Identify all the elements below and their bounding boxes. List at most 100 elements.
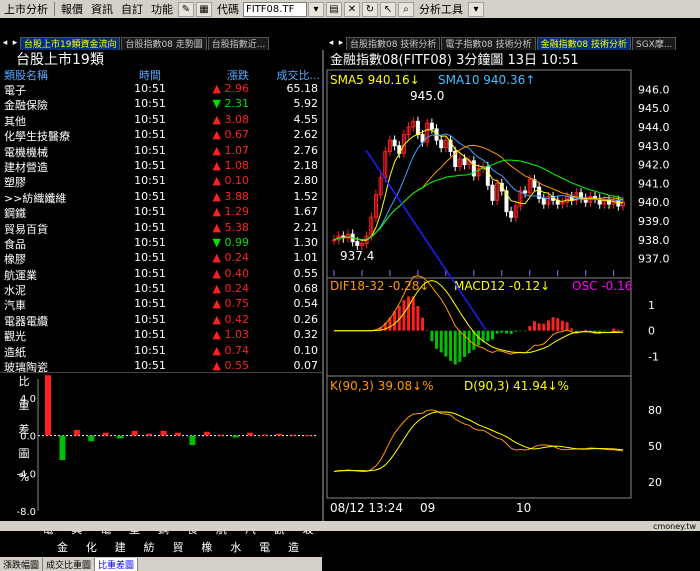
- x-tick-label: 電: [259, 541, 270, 554]
- change-up: ▲ 1.29: [212, 205, 249, 219]
- table-row[interactable]: 汽車 10:51 ▲ 0.75 0.54: [0, 297, 322, 312]
- bar: [88, 435, 95, 442]
- table-row[interactable]: 觀光 10:51 ▲ 1.03 0.32: [0, 328, 322, 343]
- analysis-tools-menu[interactable]: 分析工具: [415, 1, 467, 17]
- sector-name: 電機機械: [4, 145, 48, 159]
- tab-fin-tech[interactable]: 金融指數08 技術分析: [536, 36, 631, 50]
- table-row[interactable]: >>紡織纖維 10:51 ▲ 3.88 1.52: [0, 190, 322, 205]
- table-row[interactable]: 電子 10:51 ▲ 2.96 65.18: [0, 82, 322, 97]
- sector-name: 貿易百貨: [4, 222, 48, 236]
- grid-icon[interactable]: ▦: [196, 1, 212, 17]
- tab-fund-flow[interactable]: 台股上市19類資金流向: [20, 36, 121, 50]
- osc-bar: [500, 330, 504, 333]
- zoom-icon[interactable]: ⌕: [398, 1, 414, 17]
- kd-tick: 20: [648, 476, 662, 489]
- table-row[interactable]: 造紙 10:51 ▲ 0.74 0.10: [0, 344, 322, 359]
- menu-info[interactable]: 資訊: [87, 1, 117, 17]
- sector-name: 航運業: [4, 268, 37, 282]
- menu-quote[interactable]: 報價: [57, 1, 87, 17]
- tab-taiex-tech[interactable]: 台股指數08 技術分析: [346, 36, 441, 50]
- sector-name: 塑膠: [4, 176, 26, 190]
- dropdown-icon[interactable]: ▾: [468, 1, 484, 17]
- code-input[interactable]: FITF08.TF: [243, 1, 307, 17]
- tab-trend-chart[interactable]: 台股指數08 走勢圖: [121, 36, 207, 50]
- low-annotation: 937.4: [340, 249, 374, 263]
- osc-label: OSC -0.16: [572, 279, 632, 293]
- price-tick: 938.0: [638, 234, 670, 247]
- bar: [160, 430, 167, 436]
- tab-index-recent[interactable]: 台股指數近...: [207, 36, 270, 50]
- header-name[interactable]: 類股名稱: [0, 68, 125, 82]
- sector-name: 橡膠: [4, 253, 26, 267]
- sector-quote-panel: 台股上市19類 類股名稱 時間 漲跌 成交比... 電子 10:51 ▲ 2.96 6…: [0, 50, 324, 571]
- sector-name: 電器電纜: [4, 314, 48, 328]
- y-tick-label: 0.0: [20, 432, 36, 443]
- candle-body: [355, 241, 360, 246]
- technical-chart[interactable]: 金融指數08(FITF08) 3分鐘圖 13日 10:51 946.0 945.0 9…: [326, 50, 700, 521]
- dropdown-icon[interactable]: ▾: [308, 1, 324, 17]
- quote-time: 10:51: [134, 174, 166, 188]
- osc-bar: [579, 330, 583, 332]
- trend-line[interactable]: [365, 149, 487, 331]
- header-time[interactable]: 時間: [125, 68, 175, 82]
- table-row[interactable]: 橡膠 10:51 ▲ 0.24 1.01: [0, 251, 322, 266]
- change-up: ▲ 0.10: [212, 174, 249, 188]
- bar: [146, 433, 153, 436]
- osc-bar: [607, 330, 611, 332]
- change-down: ▼ 2.31: [212, 97, 249, 111]
- table-row[interactable]: 電機機械 10:51 ▲ 1.07 2.76: [0, 144, 322, 159]
- tab-next-icon[interactable]: ▸: [336, 37, 346, 50]
- change-up: ▲ 1.03: [212, 328, 249, 342]
- macd-tick: -1: [648, 351, 659, 364]
- table-row[interactable]: 貿易百貨 10:51 ▲ 5.38 2.21: [0, 221, 322, 236]
- tab-prev-icon[interactable]: ◂: [0, 37, 10, 50]
- candle-body: [332, 239, 336, 242]
- osc-bar: [416, 306, 420, 331]
- table-row[interactable]: 其他 10:51 ▲ 3.08 4.55: [0, 113, 322, 128]
- volume-ratio: 2.18: [293, 158, 319, 172]
- tab-elec-tech[interactable]: 電子指數08 技術分析: [441, 36, 536, 50]
- sector-name: 水泥: [4, 284, 26, 298]
- menu-custom[interactable]: 自訂: [117, 1, 147, 17]
- quote-rows: 電子 10:51 ▲ 2.96 65.18 金融保險 10:51 ▼ 2.31 5.92 其他 1…: [0, 82, 322, 374]
- tab-sgx[interactable]: SGX摩...: [631, 36, 677, 50]
- panel-frame: [326, 375, 632, 499]
- osc-bar: [444, 330, 448, 357]
- tab-weight-diff[interactable]: 比重差圖: [95, 557, 139, 571]
- statusbar: cmoney.tw: [0, 521, 700, 531]
- price-tick: 941.0: [638, 177, 670, 190]
- osc-bar: [453, 330, 457, 365]
- table-row[interactable]: 金融保險 10:51 ▼ 2.31 5.92: [0, 97, 322, 112]
- menu-function[interactable]: 功能: [147, 1, 177, 17]
- pointer-icon[interactable]: ↖: [380, 1, 396, 17]
- table-row[interactable]: 食品 10:51 ▼ 0.99 1.30: [0, 236, 322, 251]
- pen-icon[interactable]: ✎: [178, 1, 194, 17]
- tab-prev-icon[interactable]: ◂: [326, 37, 336, 50]
- table-row[interactable]: 塑膠 10:51 ▲ 0.10 2.80: [0, 174, 322, 189]
- refresh-icon[interactable]: ↻: [362, 1, 378, 17]
- osc-bar: [509, 330, 513, 335]
- volume-ratio: 1.01: [293, 251, 319, 265]
- d-label: D(90,3) 41.94↓%: [464, 379, 569, 393]
- close-icon[interactable]: ✕: [344, 1, 360, 17]
- candle-body: [490, 184, 495, 201]
- table-row[interactable]: 鋼鐵 10:51 ▲ 1.29 1.67: [0, 205, 322, 220]
- chart-icon[interactable]: ▤: [326, 1, 342, 17]
- table-row[interactable]: 水泥 10:51 ▲ 0.24 0.68: [0, 282, 322, 297]
- table-row[interactable]: 建材營造 10:51 ▲ 1.08 2.18: [0, 159, 322, 174]
- tab-change-pct[interactable]: 漲跌幅圖: [0, 557, 44, 571]
- tab-next-icon[interactable]: ▸: [10, 37, 20, 50]
- table-row[interactable]: 電器電纜 10:51 ▲ 0.42 0.26: [0, 313, 322, 328]
- change-up: ▲ 0.40: [212, 266, 249, 280]
- header-change[interactable]: 漲跌: [175, 68, 255, 82]
- table-row[interactable]: 航運業 10:51 ▲ 0.40 0.55: [0, 267, 322, 282]
- menu-market[interactable]: 上市分析: [0, 1, 52, 17]
- osc-bar: [467, 330, 471, 354]
- table-row[interactable]: 化學生技醫療 10:51 ▲ 0.67 2.62: [0, 128, 322, 143]
- change-down: ▼ 0.99: [212, 235, 249, 249]
- tab-volume-weight[interactable]: 成交比重圖: [43, 557, 96, 571]
- sector-name: 金融保險: [4, 99, 48, 113]
- bar: [305, 435, 311, 437]
- change-up: ▲ 0.75: [212, 297, 249, 311]
- header-volume-ratio[interactable]: 成交比...: [255, 68, 321, 82]
